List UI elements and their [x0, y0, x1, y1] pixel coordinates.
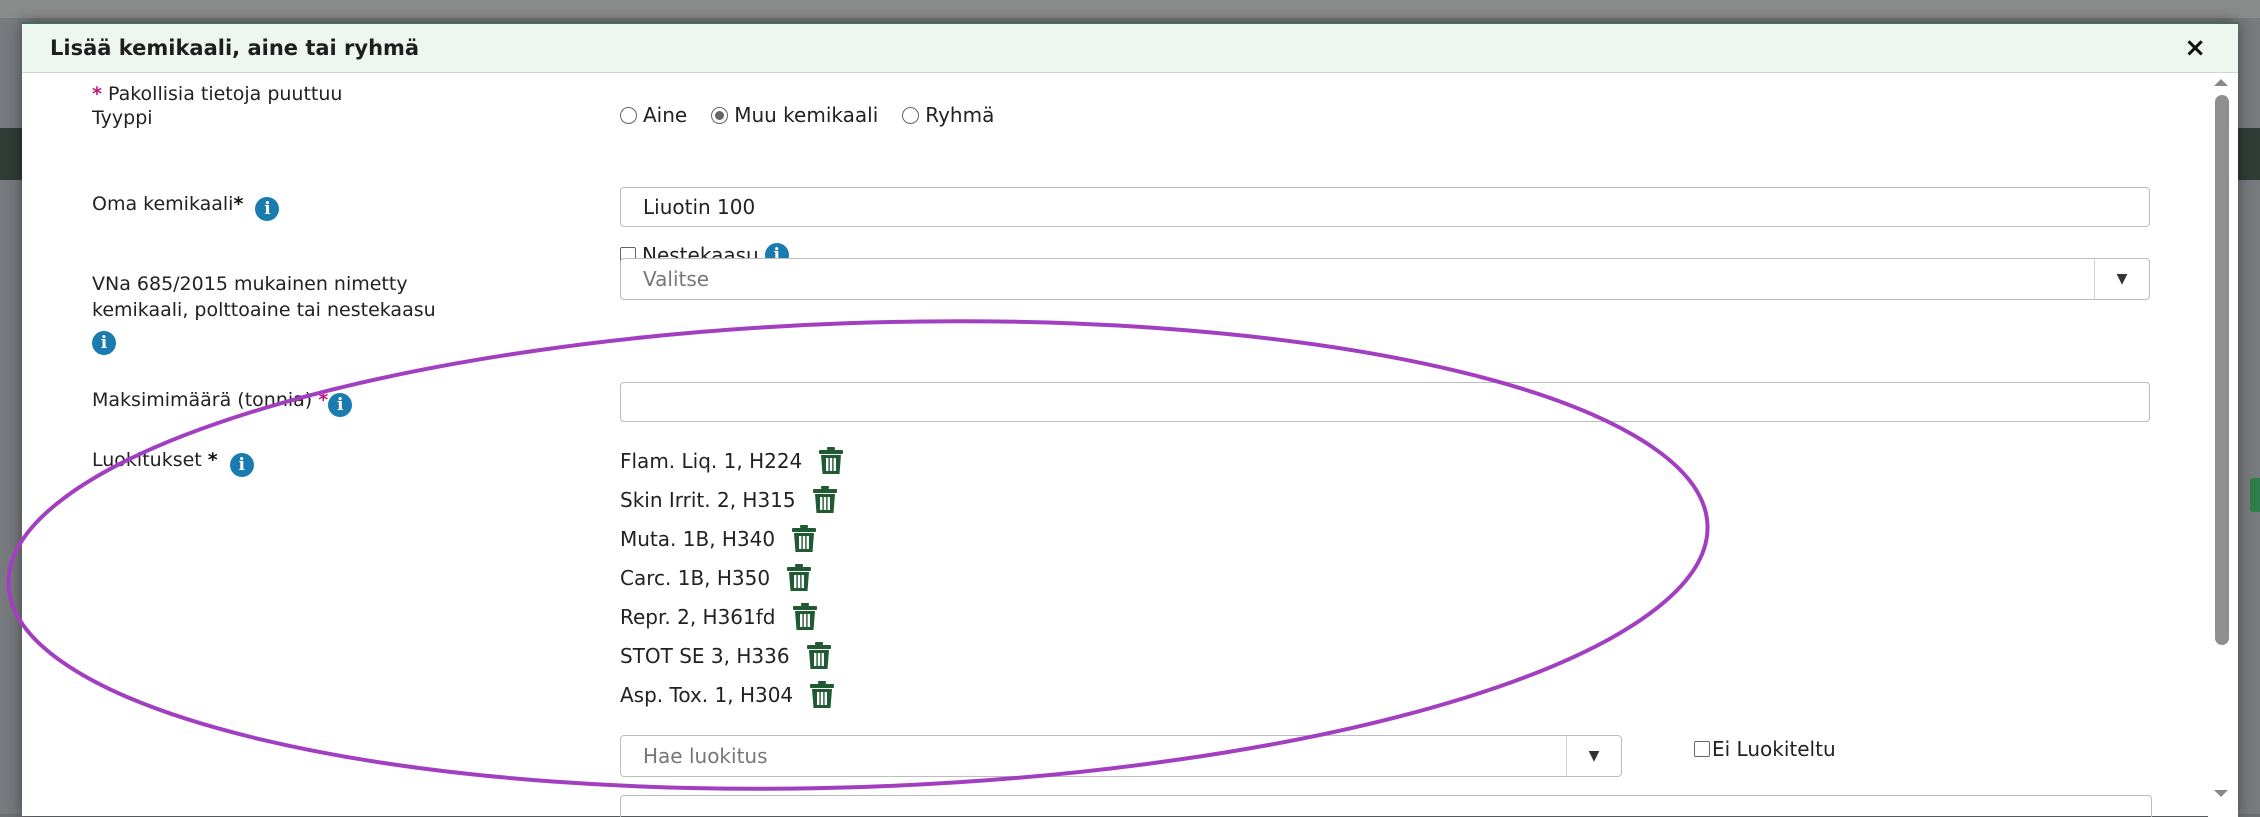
trash-icon[interactable] [791, 524, 817, 553]
max-amount-input[interactable] [620, 382, 2150, 422]
classification-item: Flam. Liq. 1, H224 [620, 441, 844, 480]
unclassified-checkbox-row[interactable]: Ei Luokiteltu [1694, 737, 1836, 761]
own-chemical-input[interactable]: Liuotin 100 [620, 187, 2150, 227]
backdrop-green-tab [2250, 478, 2260, 512]
backdrop-nav-right [2238, 128, 2260, 180]
chevron-down-icon[interactable]: ▼ [2094, 259, 2149, 299]
unclassified-label: Ei Luokiteltu [1712, 737, 1836, 761]
scroll-down-icon[interactable] [2214, 790, 2228, 797]
info-icon[interactable]: i [255, 197, 280, 221]
type-option-ryhma[interactable]: Ryhmä [902, 103, 994, 127]
required-asterisk-icon: * [92, 83, 102, 105]
classifications-label-row: Luokitukset * i [92, 447, 254, 477]
max-amount-label-row: Maksimimäärä (tonnia) * i [92, 387, 353, 417]
radio-selected-icon [711, 107, 729, 124]
required-asterisk-icon: * [233, 193, 244, 215]
dialog-header: Lisää kemikaali, aine tai ryhmä × [22, 24, 2238, 73]
missing-required-text: Pakollisia tietoja puuttuu [107, 83, 343, 105]
trash-icon[interactable] [792, 602, 818, 631]
vna-select-placeholder: Valitse [643, 267, 710, 291]
backdrop-nav-left [0, 128, 22, 180]
type-option-muu-kemikaali[interactable]: Muu kemikaali [711, 103, 878, 127]
dialog-title: Lisää kemikaali, aine tai ryhmä [50, 36, 420, 60]
close-button[interactable]: × [2184, 33, 2206, 63]
classification-item: Skin Irrit. 2, H315 [620, 480, 844, 519]
classifications-label: Luokitukset [92, 449, 202, 471]
type-label: Tyyppi [92, 107, 153, 129]
type-option-aine[interactable]: Aine [620, 103, 687, 127]
scroll-up-icon[interactable] [2214, 79, 2228, 86]
trash-icon[interactable] [806, 641, 832, 670]
classification-item: Carc. 1B, H350 [620, 558, 844, 597]
vna-label-line1: VNa 685/2015 mukainen nimetty [92, 273, 408, 295]
classification-item: Asp. Tox. 1, H304 [620, 675, 844, 714]
type-radio-group: Aine Muu kemikaali Ryhmä [620, 103, 1008, 127]
max-amount-label: Maksimimäärä (tonnia) [92, 389, 313, 411]
info-icon[interactable]: i [92, 331, 116, 355]
checkbox-icon[interactable] [1694, 741, 1710, 757]
vna-select[interactable]: Valitse ▼ [620, 258, 2150, 300]
trash-icon[interactable] [786, 563, 812, 592]
classification-list: Flam. Liq. 1, H224 Skin Irrit. 2, H315 M… [620, 441, 844, 714]
classification-search-placeholder: Hae luokitus [643, 744, 768, 768]
trash-icon[interactable] [809, 680, 835, 709]
radio-icon [620, 107, 637, 124]
own-chemical-label: Oma kemikaali [92, 193, 234, 215]
trash-icon[interactable] [812, 485, 838, 514]
info-icon[interactable]: i [328, 393, 353, 417]
classification-item: STOT SE 3, H336 [620, 636, 844, 675]
classification-item: Muta. 1B, H340 [620, 519, 844, 558]
scrollbar-thumb[interactable] [2215, 95, 2229, 645]
own-chemical-label-row: Oma kemikaali* i [92, 191, 280, 221]
radio-icon [902, 107, 920, 124]
required-asterisk-icon: * [207, 449, 218, 471]
vna-info-row: i [92, 325, 116, 355]
classification-item: Repr. 2, H361fd [620, 597, 844, 636]
classification-search-select[interactable]: Hae luokitus ▼ [620, 735, 1622, 777]
add-chemical-dialog: Lisää kemikaali, aine tai ryhmä × * Pako… [22, 22, 2238, 817]
chevron-down-icon[interactable]: ▼ [1566, 736, 1621, 776]
trash-icon[interactable] [818, 446, 844, 475]
info-icon[interactable]: i [229, 453, 254, 477]
dialog-body: * Pakollisia tietoja puuttuu Tyyppi Aine… [22, 73, 2238, 817]
required-asterisk-icon: * [318, 389, 329, 411]
backdrop-top-bar [0, 0, 2260, 18]
dialog-scrollbar[interactable] [2208, 73, 2238, 817]
vna-label-line2: kemikaali, polttoaine tai nestekaasu [92, 299, 436, 321]
missing-required-notice: * Pakollisia tietoja puuttuu [92, 81, 342, 107]
